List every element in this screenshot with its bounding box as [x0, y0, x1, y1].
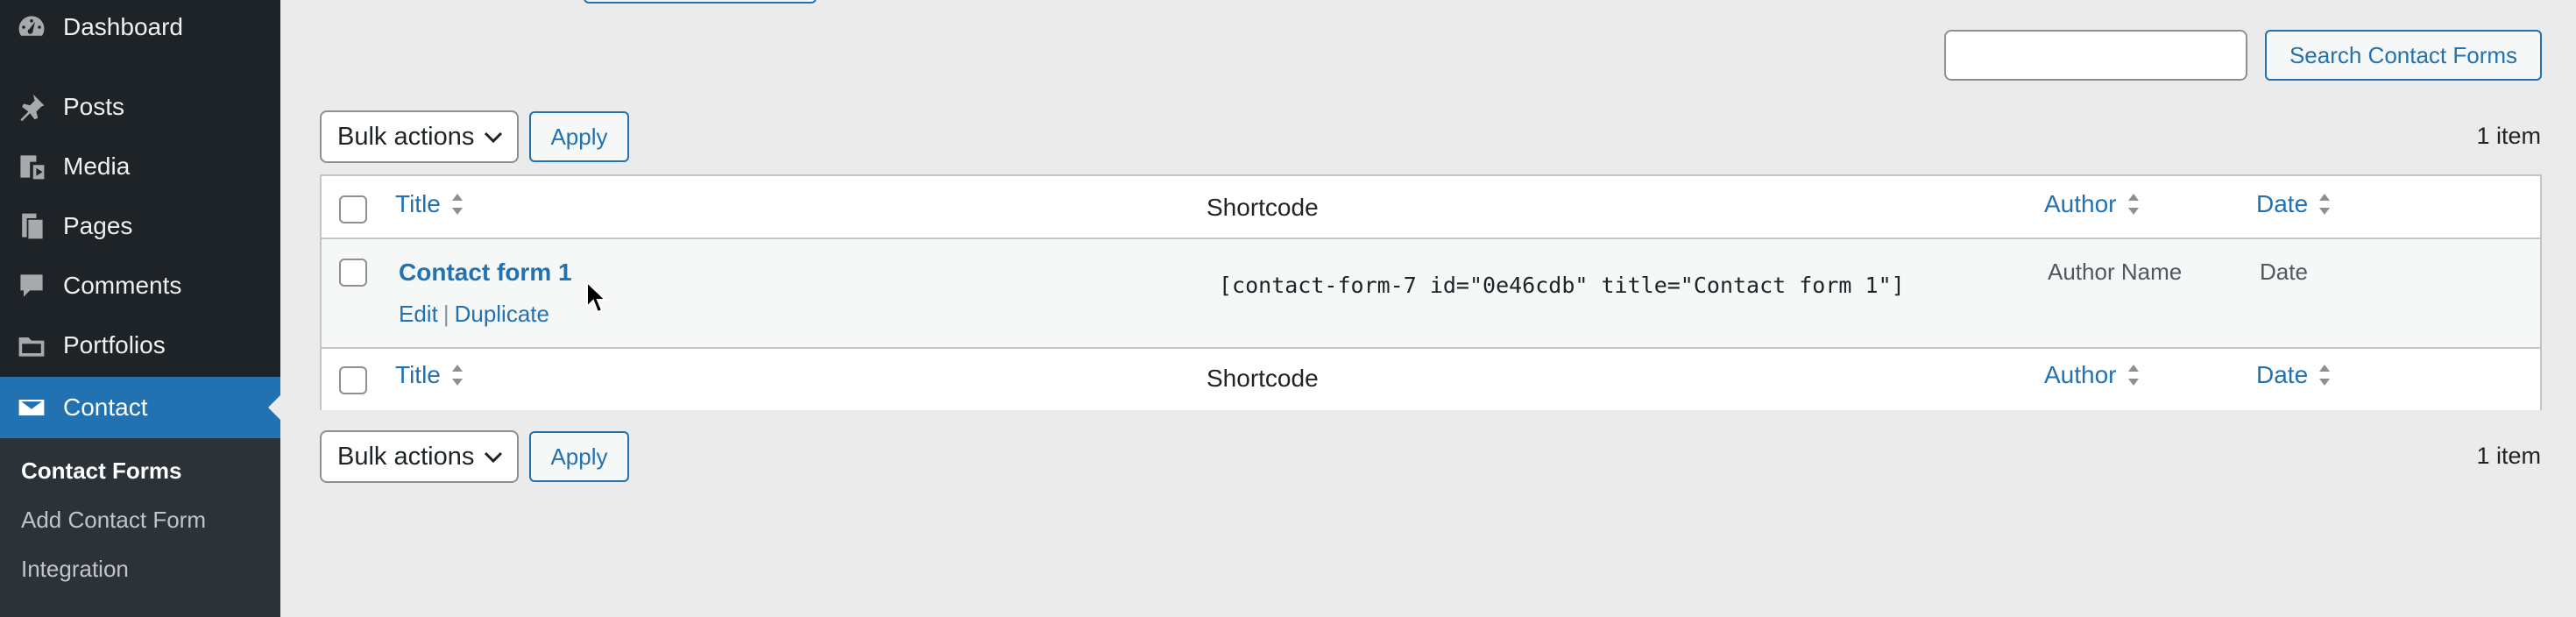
- sidebar-item-media[interactable]: Media: [0, 137, 280, 196]
- sort-icon: [2127, 365, 2139, 386]
- row-actions-separator: |: [442, 301, 449, 327]
- sidebar-item-label: Dashboard: [63, 13, 183, 40]
- author-value: Author Name: [2048, 259, 2183, 285]
- form-title-link[interactable]: Contact form 1: [399, 259, 572, 287]
- folder-icon: [14, 328, 49, 363]
- column-author-sort[interactable]: Author: [2044, 190, 2141, 218]
- column-date-sort[interactable]: Date: [2256, 190, 2332, 218]
- search-input[interactable]: [1944, 30, 2247, 81]
- column-shortcode-label: Shortcode: [1207, 194, 1319, 221]
- duplicate-link[interactable]: Duplicate: [455, 301, 549, 327]
- sidebar-item-pages[interactable]: Pages: [0, 196, 280, 256]
- column-author-label: Author: [2044, 361, 2117, 388]
- chevron-down-icon: [484, 131, 503, 144]
- comment-icon: [14, 268, 49, 303]
- sort-icon: [451, 194, 463, 215]
- sidebar-item-label: Media: [63, 152, 131, 180]
- pages-icon: [14, 209, 49, 244]
- date-value: Date: [2260, 259, 2308, 285]
- table-header: Title Shortcode Author Date: [322, 176, 2540, 239]
- sidebar-item-label: Contact: [63, 394, 148, 421]
- mouse-cursor-icon: [586, 280, 608, 314]
- edit-link[interactable]: Edit: [399, 301, 438, 327]
- column-author-label: Author: [2044, 190, 2117, 217]
- pushpin-icon: [14, 89, 49, 124]
- row-actions: Edit | Duplicate: [399, 301, 549, 328]
- sidebar-item-label: Portfolios: [63, 331, 166, 358]
- sort-icon: [451, 365, 463, 386]
- sidebar-item-portfolios[interactable]: Portfolios: [0, 316, 280, 375]
- sort-icon: [2319, 194, 2331, 215]
- bulk-actions-value: Bulk actions: [337, 442, 475, 471]
- admin-sidebar: Dashboard Posts Media Pages Comments Por…: [0, 0, 280, 617]
- submenu-contact-forms[interactable]: Contact Forms: [21, 457, 181, 485]
- column-title-label: Title: [395, 190, 441, 217]
- envelope-icon: [14, 390, 49, 425]
- item-count: 1 item: [2476, 123, 2541, 149]
- bulk-actions-select[interactable]: Bulk actions: [320, 110, 519, 163]
- sidebar-item-dashboard[interactable]: Dashboard: [0, 0, 280, 54]
- submenu-integration[interactable]: Integration: [21, 556, 129, 583]
- apply-button-bottom[interactable]: Apply: [529, 431, 629, 482]
- chevron-down-icon: [484, 451, 503, 464]
- sidebar-item-label: Comments: [63, 272, 182, 299]
- column-author-sort-footer[interactable]: Author: [2044, 361, 2141, 389]
- column-shortcode-label: Shortcode: [1207, 365, 1319, 392]
- sort-icon: [2319, 365, 2331, 386]
- active-indicator: [268, 395, 280, 420]
- column-title-label: Title: [395, 361, 441, 388]
- search-button[interactable]: Search Contact Forms: [2265, 30, 2542, 81]
- apply-button[interactable]: Apply: [529, 111, 629, 162]
- table-row: Contact form 1 Edit | Duplicate [contact-f…: [322, 239, 2540, 347]
- bulk-actions-select-bottom[interactable]: Bulk actions: [320, 430, 519, 483]
- sidebar-item-comments[interactable]: Comments: [0, 256, 280, 316]
- row-checkbox[interactable]: [339, 259, 367, 287]
- bulk-actions-value: Bulk actions: [337, 122, 475, 151]
- sidebar-item-label: Pages: [63, 212, 133, 239]
- column-date-label: Date: [2256, 190, 2309, 217]
- sidebar-item-contact[interactable]: Contact: [0, 377, 280, 438]
- contact-forms-table: Title Shortcode Author Date Contact form…: [320, 174, 2542, 410]
- add-new-button-edge[interactable]: [584, 0, 817, 4]
- table-footer: Title Shortcode Author Date: [322, 347, 2540, 410]
- shortcode-value[interactable]: [contact-form-7 id="0e46cdb" title="Cont…: [1219, 273, 1905, 298]
- column-title-sort-footer[interactable]: Title: [395, 361, 465, 389]
- select-all-checkbox[interactable]: [339, 195, 367, 223]
- column-title-sort[interactable]: Title: [395, 190, 465, 218]
- media-icon: [14, 149, 49, 184]
- submenu-add-contact-form[interactable]: Add Contact Form: [21, 507, 206, 534]
- sidebar-item-posts[interactable]: Posts: [0, 77, 280, 137]
- sidebar-item-label: Posts: [63, 93, 125, 120]
- select-all-checkbox-footer[interactable]: [339, 366, 367, 394]
- contact-submenu: Contact Forms Add Contact Form Integrati…: [0, 438, 280, 617]
- column-date-label: Date: [2256, 361, 2309, 388]
- dashboard-icon: [14, 10, 49, 45]
- column-date-sort-footer[interactable]: Date: [2256, 361, 2332, 389]
- item-count-bottom: 1 item: [2476, 443, 2541, 469]
- sort-icon: [2127, 194, 2139, 215]
